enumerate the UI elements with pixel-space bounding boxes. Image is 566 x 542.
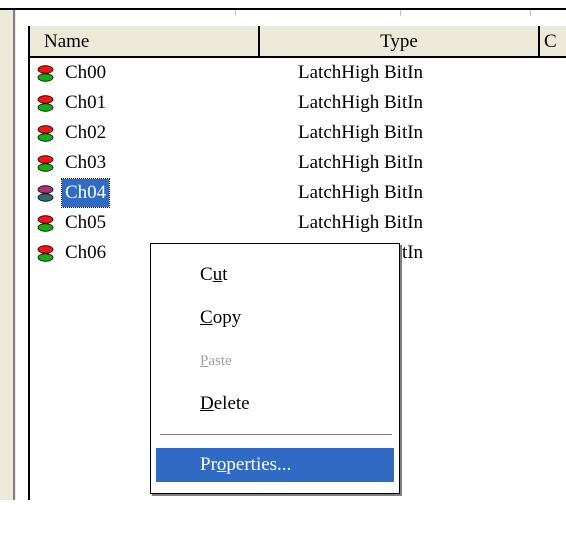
menu-item-delete[interactable]: Delete bbox=[156, 387, 394, 421]
row-name: Ch04 bbox=[60, 178, 111, 208]
row-type: LatchHigh BitIn bbox=[298, 122, 424, 143]
table-row[interactable]: Ch01 LatchHigh BitIn bbox=[30, 88, 566, 118]
led-indicator-icon bbox=[37, 245, 54, 262]
table-row[interactable]: Ch02 LatchHigh BitIn bbox=[30, 118, 566, 148]
row-type: LatchHigh BitIn bbox=[298, 62, 424, 83]
list-header: Name Type C bbox=[30, 26, 566, 58]
led-indicator-icon bbox=[37, 155, 54, 172]
header-divider-tick bbox=[400, 10, 401, 16]
splitter[interactable] bbox=[13, 10, 15, 500]
row-type: LatchHigh BitIn bbox=[298, 152, 424, 173]
table-row[interactable]: Ch04 LatchHigh BitIn bbox=[30, 178, 566, 208]
column-header-type[interactable]: Type bbox=[260, 26, 540, 56]
menu-separator bbox=[160, 434, 392, 436]
row-name: Ch02 bbox=[65, 122, 107, 143]
column-header-name[interactable]: Name bbox=[30, 26, 260, 56]
window-top-border bbox=[0, 8, 566, 10]
row-name: Ch01 bbox=[65, 92, 107, 113]
header-divider-tick bbox=[530, 10, 531, 16]
row-name: Ch00 bbox=[65, 62, 107, 83]
row-type: LatchHigh BitIn bbox=[298, 92, 424, 113]
row-name: Ch05 bbox=[65, 212, 107, 233]
row-type: LatchHigh BitIn bbox=[298, 182, 424, 203]
led-indicator-icon bbox=[37, 95, 54, 112]
table-row[interactable]: Ch03 LatchHigh BitIn bbox=[30, 148, 566, 178]
led-indicator-icon bbox=[37, 185, 54, 202]
led-indicator-icon bbox=[37, 65, 54, 82]
menu-item-properties[interactable]: Properties... bbox=[156, 448, 394, 482]
menu-item-cut[interactable]: Cut bbox=[156, 258, 394, 292]
context-menu: Cut Copy Paste Delete Properties... bbox=[150, 243, 400, 494]
column-header-third[interactable]: C bbox=[540, 26, 566, 56]
header-divider-tick bbox=[235, 10, 236, 16]
menu-item-paste[interactable]: Paste bbox=[156, 344, 394, 378]
row-name: Ch06 bbox=[65, 242, 107, 263]
menu-item-copy[interactable]: Copy bbox=[156, 301, 394, 335]
row-name: Ch03 bbox=[65, 152, 107, 173]
row-type: LatchHigh BitIn bbox=[298, 212, 424, 233]
led-indicator-icon bbox=[37, 215, 54, 232]
led-indicator-icon bbox=[37, 125, 54, 142]
table-row[interactable]: Ch05 LatchHigh BitIn bbox=[30, 208, 566, 238]
table-row[interactable]: Ch00 LatchHigh BitIn bbox=[30, 58, 566, 88]
